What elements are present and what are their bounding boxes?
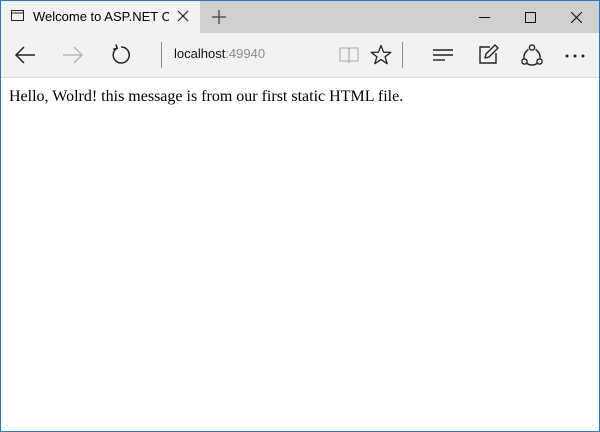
page-body-text: Hello, Wolrd! this message is from our f… [9, 88, 404, 105]
close-window-button[interactable] [553, 1, 599, 33]
address-port: :49940 [225, 46, 266, 61]
share-icon[interactable] [520, 43, 544, 67]
plus-icon[interactable] [210, 8, 228, 26]
page-icon [11, 10, 24, 21]
address-host: localhost [174, 46, 226, 61]
book-icon[interactable] [337, 43, 361, 67]
address-bar[interactable]: localhost:49940 [174, 46, 265, 61]
refresh-icon[interactable] [109, 43, 133, 67]
pencil-square-icon[interactable] [476, 43, 500, 67]
browser-window: Welcome to ASP.NET Co localhost:49940 He… [0, 0, 600, 432]
minimize-button[interactable] [461, 1, 507, 33]
navigation-bar: localhost:49940 [1, 33, 599, 78]
tab-welcome[interactable]: Welcome to ASP.NET Co [1, 1, 200, 33]
tab-title: Welcome to ASP.NET Co [33, 9, 169, 24]
close-icon [571, 12, 582, 23]
arrow-left-icon[interactable] [13, 43, 37, 67]
page-content: Hello, Wolrd! this message is from our f… [1, 78, 599, 431]
maximize-icon [525, 12, 536, 23]
star-icon[interactable] [369, 43, 393, 67]
maximize-button[interactable] [507, 1, 553, 33]
tab-strip: Welcome to ASP.NET Co [1, 1, 599, 33]
minimize-icon [479, 17, 490, 18]
separator [402, 42, 403, 68]
arrow-right-icon[interactable] [61, 43, 85, 67]
separator [161, 42, 162, 68]
ellipsis-icon[interactable] [563, 43, 587, 67]
hub-icon[interactable] [431, 43, 455, 67]
close-icon[interactable] [177, 10, 189, 22]
